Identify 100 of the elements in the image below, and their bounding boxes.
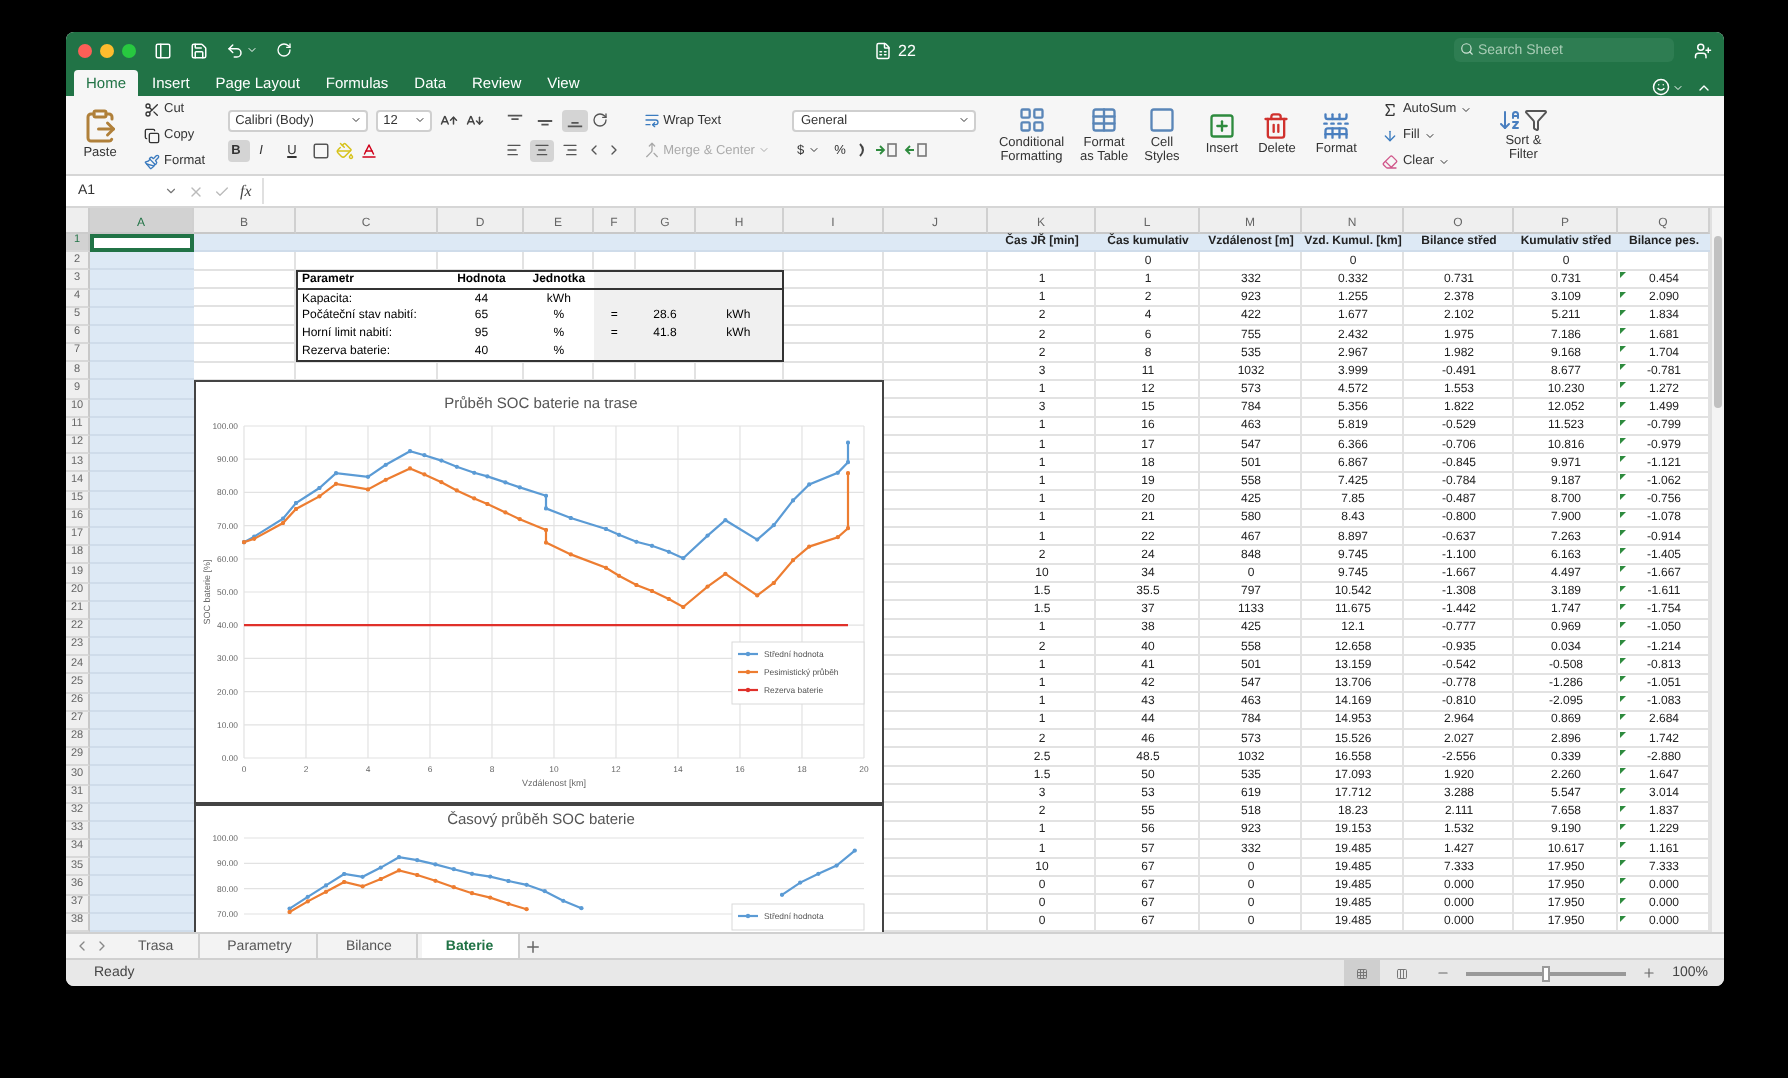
highlighted-cell <box>90 454 194 473</box>
highlighted-cell <box>90 270 194 290</box>
borders-icon[interactable] <box>311 141 330 159</box>
redo-icon[interactable] <box>276 42 292 58</box>
error-indicator-icon <box>1620 529 1626 536</box>
highlighted-cell <box>90 876 194 896</box>
decrease-font-size-icon[interactable] <box>465 111 484 129</box>
window-title: 22 <box>898 41 916 59</box>
caret-icon[interactable] <box>246 44 258 56</box>
error-indicator-icon <box>1620 731 1626 738</box>
previous-sheet-icon[interactable] <box>74 938 90 954</box>
error-indicator-icon <box>1620 291 1626 298</box>
cell-styles-icon <box>1147 105 1176 134</box>
smiley-icon[interactable] <box>1652 78 1670 96</box>
highlighted-cell <box>90 472 194 492</box>
orientation-icon[interactable] <box>591 112 608 128</box>
align-left-icon <box>505 142 522 158</box>
view-button[interactable] <box>1344 960 1381 986</box>
filter-icon <box>1524 107 1549 132</box>
error-indicator-icon <box>1620 897 1626 904</box>
error-indicator-icon <box>1620 842 1626 849</box>
highlighted-cell <box>90 638 194 657</box>
paintbrush-icon <box>144 153 160 169</box>
wrap-text-icon <box>643 112 660 128</box>
copy-icon <box>144 127 160 143</box>
increase-decimal-icon[interactable] <box>874 142 899 158</box>
error-indicator-icon <box>1620 511 1626 518</box>
error-indicator-icon <box>1620 548 1626 555</box>
increase-font-size-icon[interactable] <box>439 111 458 129</box>
legend-line-icon <box>738 913 758 918</box>
vertical-align-button[interactable] <box>561 109 588 131</box>
error-indicator-icon <box>1620 438 1626 445</box>
align-center-icon <box>533 142 550 158</box>
zoom-thumb[interactable] <box>1542 965 1551 981</box>
clipboard-icon <box>82 108 118 145</box>
horizontal-align-button[interactable] <box>529 139 554 161</box>
down-arrow-icon <box>1382 127 1399 143</box>
error-indicator-icon <box>1620 603 1626 610</box>
normal-view-icon <box>1356 965 1369 981</box>
add-sheet-icon[interactable] <box>523 937 542 955</box>
sort-icon <box>1498 107 1523 132</box>
highlighted-cell <box>90 766 194 786</box>
error-indicator-icon <box>1620 456 1626 463</box>
function-label: fx <box>240 182 252 200</box>
undo-icon[interactable] <box>226 41 244 59</box>
highlighted-cell <box>90 344 194 363</box>
error-indicator-icon <box>1620 878 1626 885</box>
comma-style-icon[interactable] <box>858 142 869 158</box>
error-indicator-icon <box>1620 787 1626 794</box>
horizontal-align-button[interactable] <box>501 139 526 161</box>
name-box-caret-icon[interactable] <box>164 184 178 198</box>
zoom-in-icon[interactable] <box>1642 966 1657 980</box>
caret-icon <box>958 114 971 126</box>
error-indicator-icon <box>1620 860 1626 867</box>
error-indicator-icon <box>1620 327 1626 334</box>
conditional-formatting-icon <box>1017 105 1046 134</box>
zoom-button[interactable] <box>122 43 136 57</box>
horizontal-align-button[interactable] <box>557 139 582 161</box>
error-indicator-icon <box>1620 676 1626 683</box>
scissors-icon <box>144 101 160 117</box>
vertical-scrollbar[interactable] <box>1710 208 1724 932</box>
caret-icon <box>1438 155 1451 167</box>
fill-color-icon[interactable] <box>335 141 354 159</box>
merge-icon <box>643 142 660 158</box>
highlighted-cell <box>90 858 194 877</box>
caret-icon <box>1460 103 1473 115</box>
next-sheet-icon[interactable] <box>94 938 110 954</box>
minimize-button[interactable] <box>100 43 114 57</box>
sigma-icon <box>1382 101 1399 117</box>
highlighted-cell <box>90 436 194 455</box>
error-indicator-icon <box>1620 401 1626 408</box>
error-indicator-icon <box>1620 272 1626 279</box>
error-indicator-icon <box>1620 640 1626 647</box>
format-cells-icon <box>1322 112 1351 141</box>
highlighted-cell <box>90 546 194 565</box>
save-icon[interactable] <box>190 41 208 59</box>
highlighted-cell <box>90 252 194 271</box>
highlighted-cell <box>90 656 194 675</box>
error-indicator-icon <box>1620 585 1626 591</box>
decrease-decimal-icon[interactable] <box>904 142 929 158</box>
error-indicator-icon <box>1620 621 1626 628</box>
scrollbar-thumb[interactable] <box>1714 236 1722 408</box>
highlighted-cell <box>90 840 194 859</box>
share-icon[interactable] <box>1694 41 1712 59</box>
delete-icon <box>1262 112 1291 141</box>
error-indicator-icon <box>1620 474 1626 481</box>
error-indicator-icon <box>1620 695 1626 702</box>
error-indicator-icon <box>1620 364 1626 371</box>
sidebar-icon[interactable] <box>154 41 172 59</box>
search-icon <box>1460 42 1474 56</box>
caret-icon[interactable] <box>1672 81 1684 93</box>
highlighted-cell <box>90 380 194 400</box>
legend-line-icon <box>738 688 758 694</box>
selected-cell[interactable] <box>90 234 194 253</box>
table-icon <box>1090 105 1119 134</box>
error-indicator-icon <box>1620 419 1626 426</box>
font-color-icon[interactable] <box>359 141 378 159</box>
error-indicator-icon <box>1620 566 1626 573</box>
error-indicator-icon <box>1620 915 1626 922</box>
caret-icon <box>808 144 821 156</box>
